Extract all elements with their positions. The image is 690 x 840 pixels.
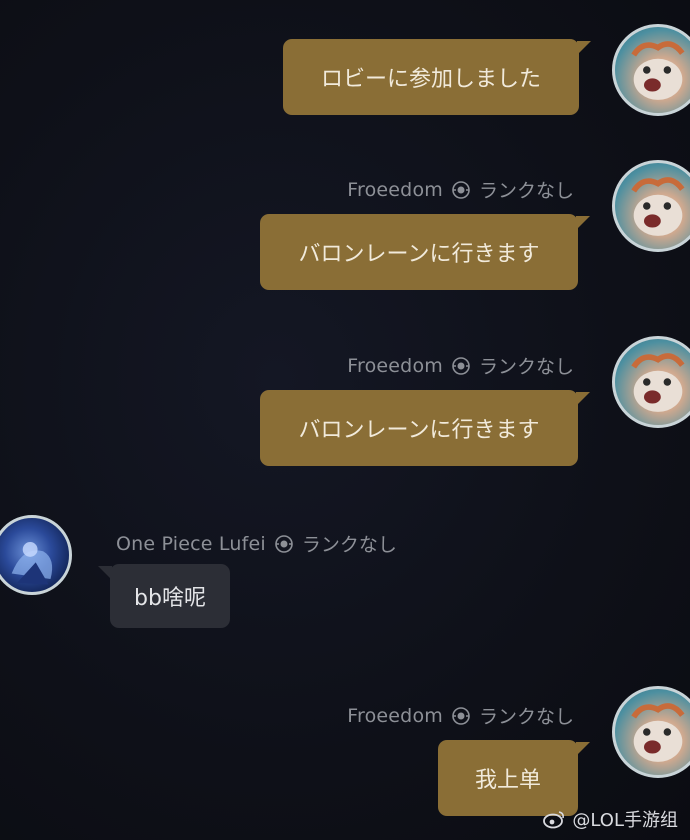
self-avatar[interactable] (612, 336, 690, 428)
message-bubble[interactable]: bb啥呢 (98, 564, 230, 628)
message-meta: Froeedom ランクなし (347, 176, 574, 203)
sender-name[interactable]: Froeedom (347, 705, 443, 727)
message-text: バロンレーンに行きます (298, 242, 540, 267)
rank-emblem-icon (451, 180, 471, 200)
message-text: 我上单 (474, 768, 541, 793)
self-avatar[interactable] (612, 686, 690, 778)
rank-emblem-icon (451, 356, 471, 376)
rank-emblem-icon (451, 706, 471, 726)
rank-label: ランクなし (478, 706, 574, 728)
sender-name[interactable]: Froeedom (347, 179, 443, 201)
poro-avatar-icon (631, 177, 685, 236)
self-avatar[interactable] (612, 24, 690, 116)
champion-avatar-icon (11, 542, 53, 585)
message-bubble[interactable]: ロビーに参加しました (283, 39, 591, 115)
message-meta: Froeedom ランクなし (347, 702, 574, 729)
chat-screen: ロビーに参加しました Froeedom ランクなし バロンレーンに行きます Fr… (0, 0, 690, 840)
message-meta: One Piece Lufei ランクなし (116, 530, 397, 557)
message-text: ロビーに参加しました (320, 67, 541, 92)
message-bubble[interactable]: バロンレーンに行きます (260, 214, 590, 290)
player-avatar[interactable] (0, 515, 72, 595)
poro-avatar-icon (631, 41, 685, 100)
weibo-icon (542, 809, 566, 829)
rank-label: ランクなし (478, 180, 574, 202)
message-text: bb啥呢 (134, 586, 206, 611)
sender-name[interactable]: Froeedom (347, 355, 443, 377)
rank-emblem-icon (274, 534, 294, 554)
message-meta: Froeedom ランクなし (347, 352, 574, 379)
self-avatar[interactable] (612, 160, 690, 252)
watermark-text: @LOL手游组 (572, 810, 678, 831)
poro-avatar-icon (631, 703, 685, 762)
poro-avatar-icon (631, 353, 685, 412)
sender-name[interactable]: One Piece Lufei (116, 533, 266, 555)
message-bubble[interactable]: バロンレーンに行きます (260, 390, 590, 466)
rank-label: ランクなし (301, 534, 397, 556)
message-text: バロンレーンに行きます (298, 418, 540, 443)
rank-label: ランクなし (478, 356, 574, 378)
watermark: @LOL手游组 (542, 806, 678, 832)
message-bubble[interactable]: 我上单 (438, 740, 590, 816)
